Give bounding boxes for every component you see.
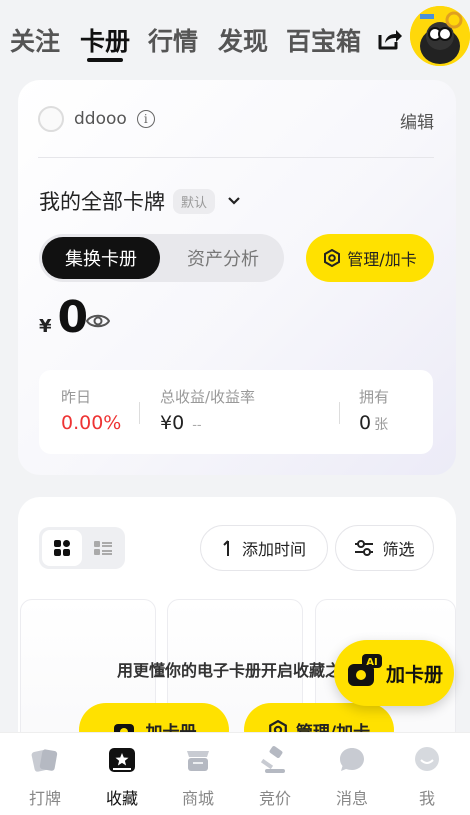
cards-icon: [31, 749, 58, 772]
currency-symbol: ¥: [39, 316, 52, 337]
edit-button[interactable]: 编辑: [400, 108, 434, 133]
nav-item-collection[interactable]: 收藏: [87, 745, 157, 809]
share-icon[interactable]: [377, 27, 403, 51]
user-avatar[interactable]: [38, 106, 64, 132]
info-icon[interactable]: i: [136, 110, 155, 128]
ai-badge: AI: [366, 657, 377, 668]
nav-label: 消息: [335, 789, 368, 808]
hexagon-icon: [324, 249, 341, 267]
fab-label: 加卡册: [386, 664, 444, 686]
tab-discover[interactable]: 发现: [218, 22, 268, 58]
stat-separator: [339, 402, 340, 424]
filter-button[interactable]: 筛选: [335, 525, 434, 571]
top-nav: 关注 卡册 行情 发现 百宝箱: [0, 0, 470, 80]
filter-sliders-icon: [355, 540, 374, 556]
user-name: ddooo: [74, 109, 127, 129]
list-icon: [94, 541, 112, 555]
balance: ¥ 0: [39, 292, 88, 343]
grid-view-button[interactable]: [42, 530, 82, 566]
shop-icon: [187, 751, 209, 771]
stat-owned-label: 拥有: [359, 388, 390, 406]
tab-follow[interactable]: 关注: [10, 22, 60, 58]
balance-value: 0: [57, 292, 89, 343]
profile-icon: [415, 747, 439, 771]
tab-market[interactable]: 行情: [148, 22, 198, 58]
stat-yesterday-value: 0.00%: [61, 412, 122, 434]
nav-label: 打牌: [28, 789, 61, 808]
stats-panel: 昨日 0.00% 总收益/收益率 ¥0 -- 拥有 0张: [39, 370, 433, 454]
album-icon: [109, 748, 135, 772]
stat-profit-label: 总收益/收益率: [160, 388, 256, 406]
nav-label: 商城: [181, 789, 214, 808]
segment-asset-analysis[interactable]: 资产分析: [164, 237, 282, 279]
manage-add-card-button[interactable]: 管理/加卡: [306, 234, 434, 282]
nav-item-auction[interactable]: 竞价: [240, 745, 310, 809]
tab-album[interactable]: 卡册: [80, 22, 130, 58]
collection-card: ddooo i 编辑 我的全部卡牌 默认 集换卡册 资产分析 管理/加卡 ¥ 0…: [18, 80, 456, 475]
ai-camera-icon: AI: [348, 654, 382, 686]
auction-icon: [260, 746, 285, 773]
collection-title: 我的全部卡牌: [39, 190, 165, 214]
view-segment: 集换卡册 资产分析: [39, 234, 284, 282]
stat-owned-value: 0张: [359, 412, 388, 434]
nav-label: 收藏: [105, 789, 138, 808]
sort-by-time-label: 添加时间: [241, 540, 306, 559]
default-badge: 默认: [173, 188, 216, 214]
eye-icon[interactable]: [86, 312, 110, 330]
nav-label: 我: [418, 789, 435, 808]
tab-treasure-box[interactable]: 百宝箱: [286, 22, 361, 58]
segment-card-album[interactable]: 集换卡册: [42, 237, 160, 279]
grid-icon: [54, 540, 70, 556]
list-view-button[interactable]: [84, 530, 122, 566]
stat-profit-value: ¥0 --: [160, 412, 202, 434]
bottom-nav: 打牌 收藏 商城 竞价 消息 我: [0, 732, 470, 815]
filter-label: 筛选: [382, 540, 415, 559]
active-tab-indicator: [87, 58, 123, 62]
manage-add-card-label: 管理/加卡: [347, 250, 417, 269]
nav-item-profile[interactable]: 我: [392, 745, 462, 809]
collection-selector[interactable]: 我的全部卡牌 默认: [39, 186, 241, 216]
nav-item-play[interactable]: 打牌: [10, 745, 80, 809]
stat-owned-count: 0: [359, 412, 372, 434]
message-icon: [340, 748, 364, 771]
stat-separator: [139, 402, 140, 424]
sort-by-time-button[interactable]: 添加时间: [200, 525, 328, 571]
stat-yesterday-label: 昨日: [61, 388, 92, 406]
divider: [38, 157, 434, 158]
avatar[interactable]: [410, 6, 470, 66]
stat-profit-rate: --: [192, 418, 202, 433]
stat-profit-amount: ¥0: [160, 412, 185, 434]
nav-label: 竞价: [258, 789, 291, 808]
view-toggle: [39, 527, 125, 569]
add-album-fab[interactable]: AI 加卡册: [334, 640, 454, 706]
chevron-down-icon: [228, 197, 240, 205]
user-row: ddooo i: [38, 106, 155, 132]
sort-icon: [223, 540, 229, 556]
nav-item-messages[interactable]: 消息: [317, 745, 387, 809]
nav-item-shop[interactable]: 商城: [163, 745, 233, 809]
stat-owned-unit: 张: [374, 417, 389, 433]
